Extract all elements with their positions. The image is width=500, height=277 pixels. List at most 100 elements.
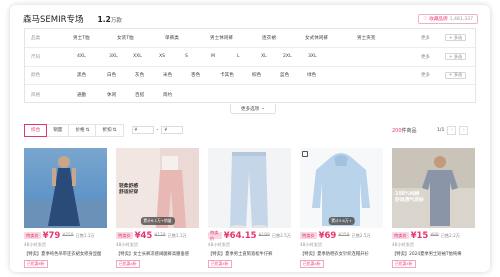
filter-row-category: 品类 男士T恤 女装T恤 单裤类 男士休闲裤 连衣裙 女式休闲裤 男士夹克 更多… <box>25 29 475 48</box>
sort-tab-sales[interactable]: 销量 <box>46 123 70 137</box>
filter-option[interactable]: L <box>237 54 240 59</box>
filter-option[interactable]: M <box>211 54 215 59</box>
shop-count-value: 1.2 <box>97 14 111 24</box>
filter-option[interactable]: 女式休闲裤 <box>305 35 328 41</box>
product-title[interactable]: 【特卖】夏季男士直筒宽松牛仔裤 <box>208 251 291 257</box>
filter-option[interactable]: 单裤类 <box>165 35 179 41</box>
favorite-count: 1,481,337 <box>449 16 473 22</box>
sort-arrows-icon: ⇅ <box>85 127 90 133</box>
original-price: ¥259 <box>62 233 74 238</box>
shop-name: 森马SEMIR专场 <box>23 15 84 25</box>
sort-tab-price[interactable]: 价格 ⇅ <box>68 123 97 137</box>
product-card[interactable]: 特卖价 ¥64.15 ¥199 已售2.5万 48小时发货 【特卖】夏季男士直筒… <box>208 148 291 272</box>
sold-count: 已售2.2万 <box>440 232 460 238</box>
page-indicator: 1/1 <box>437 127 445 133</box>
discount-badge: 已优惠4折 <box>392 260 416 268</box>
filter-option[interactable]: 白色 <box>107 72 116 78</box>
product-title[interactable]: 【特卖】2024夏季男士短袖T恤纯棉 <box>392 251 475 257</box>
discount-badge: 已优惠4折 <box>116 260 140 268</box>
filter-option[interactable]: XXL <box>133 54 142 59</box>
discount-badge: 已优惠4折 <box>208 260 232 268</box>
product-card[interactable]: 轻柔舒感 舒适好穿 累计6.1万+销量 特卖价 ¥45 ¥179 已售1.1万 4… <box>116 148 199 272</box>
sale-price: ¥69 <box>318 230 337 241</box>
filter-option[interactable]: 卡其色 <box>220 72 234 78</box>
filter-option[interactable]: 绿色 <box>307 72 316 78</box>
filter-option[interactable]: 米色 <box>163 72 172 78</box>
sale-tag: 特卖价 <box>116 232 133 239</box>
filter-row-style: 风格 通勤 休闲 百搭 简约 <box>25 85 475 104</box>
filter-option[interactable]: XL <box>261 54 267 59</box>
filter-option[interactable]: 男士夹克 <box>357 35 375 41</box>
filter-option[interactable]: 男士休闲裤 <box>210 35 233 41</box>
product-title[interactable]: 【特卖】夏季纯色吊带连衣裙女修身显瘦 <box>24 251 107 257</box>
filter-more-button[interactable]: 更多 <box>421 54 430 60</box>
filter-panel: 品类 男士T恤 女装T恤 单裤类 男士休闲裤 连衣裙 女式休闲裤 男士夹克 更多… <box>24 28 476 103</box>
price-min-input[interactable]: ¥ <box>131 126 154 134</box>
filter-option[interactable]: 连衣裙 <box>262 35 276 41</box>
filter-option[interactable]: 2XL <box>283 54 292 59</box>
filter-option[interactable]: 休闲 <box>107 92 116 98</box>
filter-option[interactable]: 黑色 <box>77 72 86 78</box>
filter-option[interactable]: 3XL <box>308 54 317 59</box>
product-image[interactable] <box>24 148 107 228</box>
filter-label: 颜色 <box>31 73 41 79</box>
product-image[interactable] <box>208 148 291 228</box>
range-dash: - <box>156 127 159 133</box>
image-sales-badge: 累计6.1万+销量 <box>140 217 175 225</box>
filter-option[interactable]: XS <box>159 54 165 59</box>
shop-header: 森马SEMIR专场 1.2万款 ♡ 收藏品牌 1,481,337 <box>23 11 478 27</box>
filter-option[interactable]: 3XL <box>109 54 118 59</box>
sort-tab-label: 销量 <box>53 128 63 133</box>
shop-count-unit: 万款 <box>110 17 122 24</box>
filter-more-button[interactable]: 更多 <box>421 35 430 41</box>
price-max-input[interactable]: ¥ <box>161 126 184 134</box>
more-options-button[interactable]: 更多选项 ⌄ <box>230 104 276 114</box>
sale-tag: 特卖价 <box>208 230 222 241</box>
result-count: 200件商品 <box>392 127 417 134</box>
sort-tab-label: 价格 <box>75 128 85 133</box>
compare-checkbox[interactable] <box>302 151 308 157</box>
more-options-label: 更多选项 <box>240 106 260 112</box>
sort-tab-comprehensive[interactable]: 综合 <box>24 123 48 137</box>
product-card[interactable]: 特卖价 ¥79 ¥259 已售1.1万 48小时发货 【特卖】夏季纯色吊带连衣裙… <box>24 148 107 272</box>
filter-more-button[interactable]: 更多 <box>421 72 430 78</box>
product-image[interactable]: 累计3.6万+ <box>300 148 383 228</box>
filter-multi-select-button[interactable]: + 多选 <box>445 53 467 61</box>
filter-option[interactable]: 灰色 <box>135 72 144 78</box>
product-title[interactable]: 【特卖】女士长裤凉感阔腿裤高腰垂感 <box>116 251 199 257</box>
sale-price: ¥45 <box>134 230 153 241</box>
original-price: ¥89 <box>430 233 439 238</box>
prev-page-button[interactable]: ‹ <box>447 125 457 135</box>
filter-option[interactable]: S <box>185 54 188 59</box>
sort-tab-label: 综合 <box>31 128 41 133</box>
product-image[interactable]: 100%纯棉 舒适透气亲肤 <box>392 148 475 228</box>
filter-multi-select-button[interactable]: + 多选 <box>445 71 467 79</box>
filter-option[interactable]: 通勤 <box>77 92 86 98</box>
pager: 1/1 ‹ › <box>437 125 469 135</box>
product-image[interactable]: 轻柔舒感 舒适好穿 累计6.1万+销量 <box>116 148 199 228</box>
next-page-button[interactable]: › <box>459 125 469 135</box>
filter-multi-select-button[interactable]: + 多选 <box>445 34 467 42</box>
filter-option[interactable]: 女装T恤 <box>117 35 134 41</box>
heart-icon: ♡ <box>423 16 428 22</box>
filter-option[interactable]: 杏色 <box>191 72 200 78</box>
filter-option[interactable]: 4XL <box>77 54 86 59</box>
filter-option[interactable]: 棕色 <box>252 72 261 78</box>
filter-row-color: 颜色 黑色 白色 灰色 米色 杏色 卡其色 棕色 蓝色 绿色 更多 + 多选 <box>25 67 475 86</box>
filter-option[interactable]: 男士T恤 <box>73 35 90 41</box>
sale-tag: 特卖价 <box>392 232 409 239</box>
favorite-brand-button[interactable]: ♡ 收藏品牌 1,481,337 <box>418 14 478 24</box>
sort-tab-discount[interactable]: 折扣 ⇅ <box>95 123 124 137</box>
filter-option[interactable]: 简约 <box>163 92 172 98</box>
shop-product-count: 1.2万款 <box>98 15 122 24</box>
product-card[interactable]: 累计3.6万+ 特卖价 ¥69 ¥259 已售2.5万 48小时发货 【特卖】夏… <box>300 148 383 272</box>
filter-row-size: 尺码 4XL 3XL XXL XS S M L XL 2XL 3XL 更多 + … <box>25 48 475 67</box>
sold-count: 已售1.1万 <box>75 232 95 238</box>
filter-option[interactable]: 百搭 <box>135 92 144 98</box>
product-title[interactable]: 【特卖】夏季防晒衣女针织连帽开衫 <box>300 251 383 257</box>
sort-arrows-icon: ⇅ <box>112 127 117 133</box>
filter-option[interactable]: 蓝色 <box>280 72 289 78</box>
image-caption: 轻柔舒感 舒适好穿 <box>119 184 139 195</box>
filter-label: 尺码 <box>31 54 41 60</box>
product-card[interactable]: 100%纯棉 舒适透气亲肤 特卖价 ¥15 ¥89 已售2.2万 48小时发货 【… <box>392 148 475 272</box>
